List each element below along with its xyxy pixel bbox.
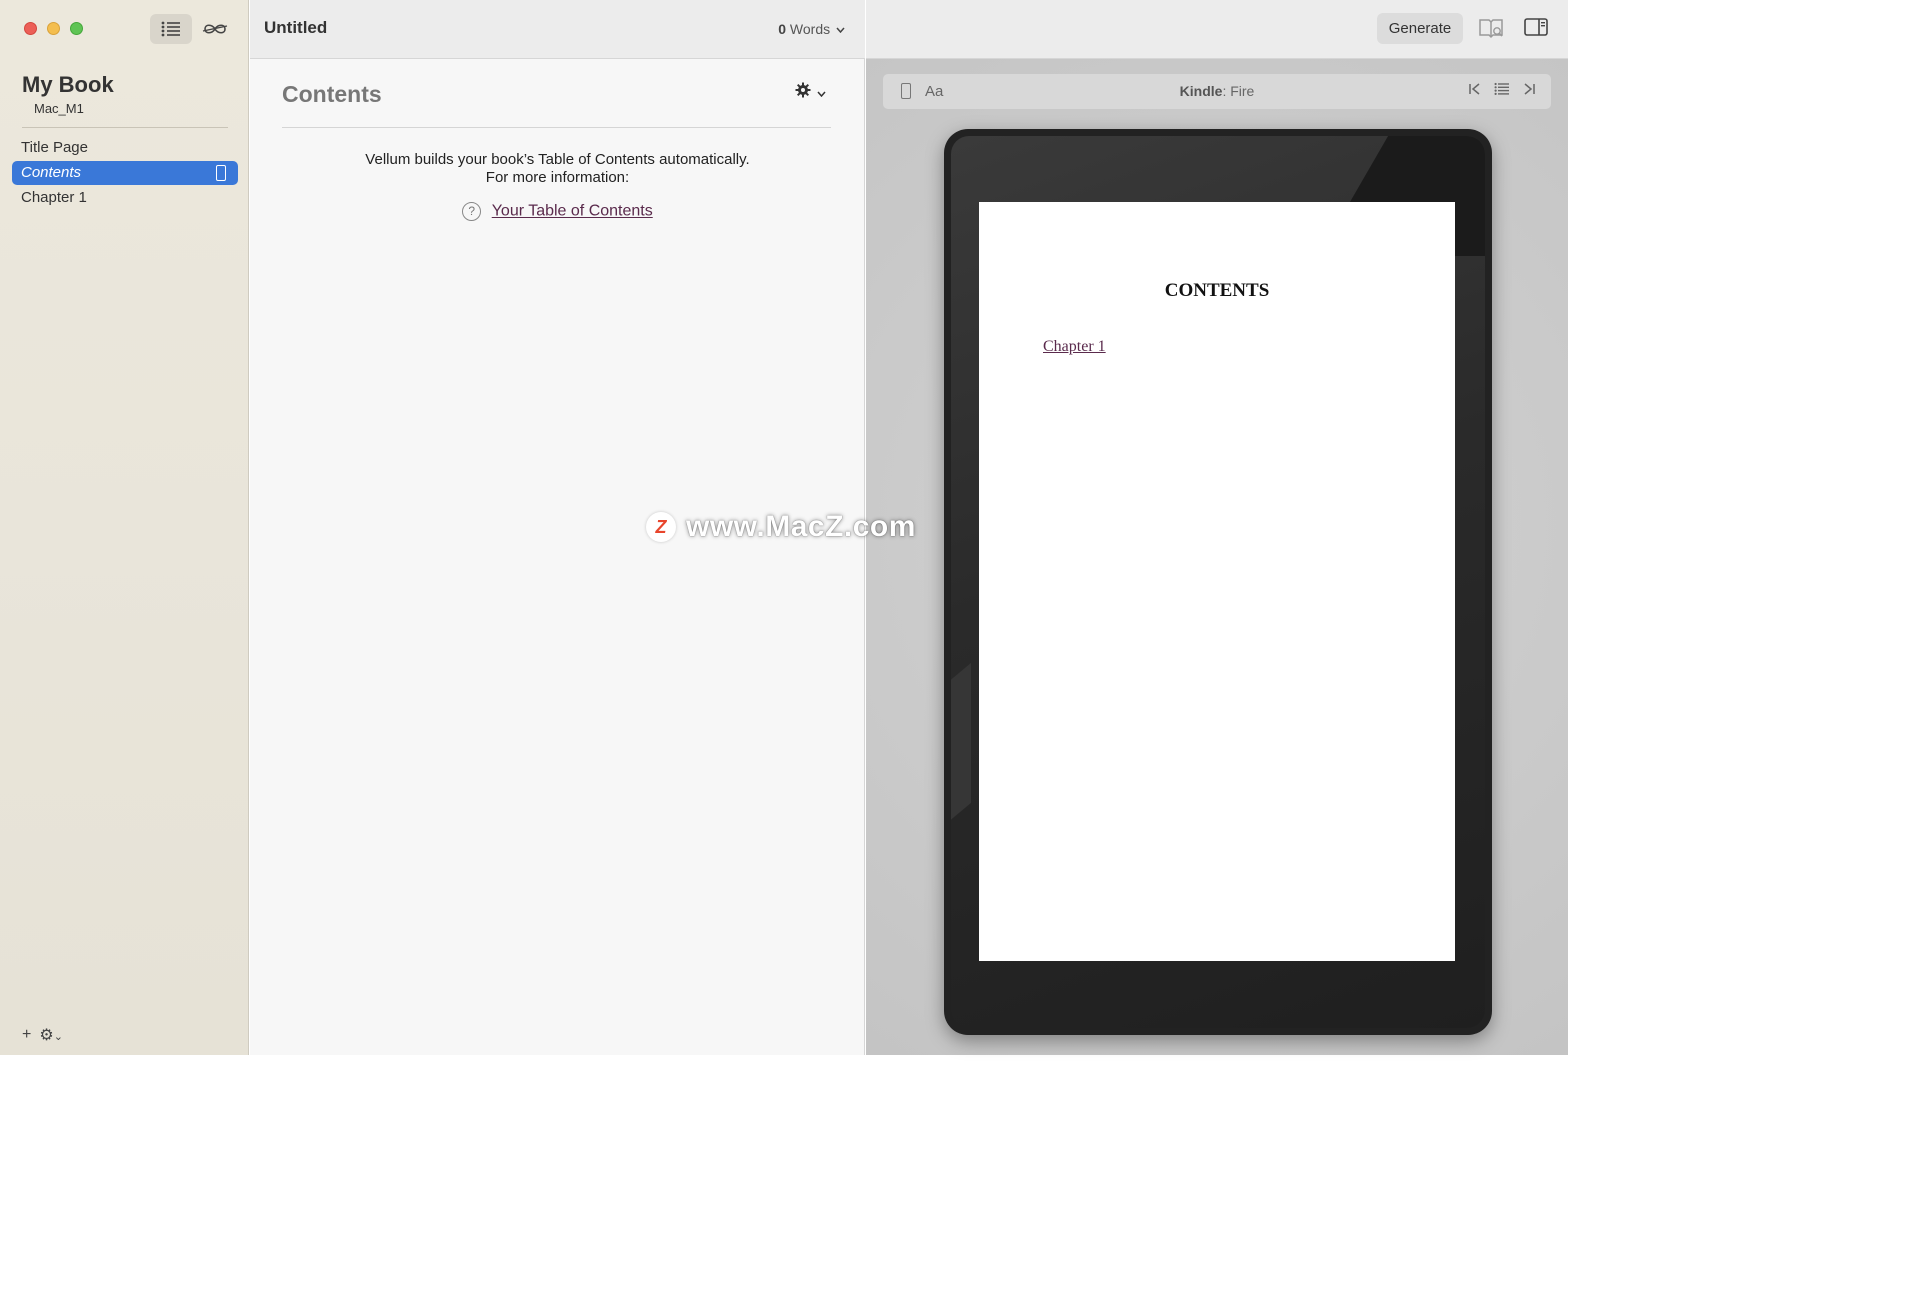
page-heading: CONTENTS <box>1164 280 1270 301</box>
info-line-1: Vellum builds your book’s Table of Conte… <box>365 151 750 168</box>
first-page-icon[interactable] <box>1468 82 1482 96</box>
toc-help-link[interactable]: Your Table of Contents <box>492 203 653 220</box>
sidebar-item-label: Chapter 1 <box>21 189 87 206</box>
editor-toolbar: Untitled 0 Words <box>250 0 865 59</box>
add-icon[interactable]: + <box>22 1026 31 1044</box>
toc-list-icon[interactable] <box>1494 82 1510 96</box>
device-model: : Fire <box>1222 83 1255 99</box>
info-line-2: For more information: <box>485 169 630 186</box>
toc-info-text: Vellum builds your book’s Table of Conte… <box>250 151 865 187</box>
watermark: Z www.MacZ.com <box>646 510 916 544</box>
book-title[interactable]: My Book <box>22 72 114 98</box>
chevron-down-icon <box>817 91 826 97</box>
sidebar-right-icon[interactable] <box>1524 17 1548 37</box>
word-count-menu[interactable]: 0 Words <box>778 21 845 37</box>
document-title: Untitled <box>264 18 328 37</box>
bezel-glare <box>951 662 971 854</box>
sidebar: My Book Mac_M1 Title Page Contents Chapt… <box>0 0 249 1055</box>
chevron-down-icon <box>836 27 845 34</box>
window-controls <box>24 22 83 35</box>
generate-button[interactable]: Generate <box>1377 13 1463 44</box>
device-model-selector[interactable]: Kindle: Fire <box>883 83 1551 99</box>
book-preview-icon[interactable] <box>1478 17 1504 39</box>
sidebar-item-label: Title Page <box>21 139 88 156</box>
styles-toggle-button[interactable] <box>194 14 236 44</box>
preview-toolbar: Generate <box>866 0 1568 59</box>
preview-pane: Generate Aa Kindle: Fire CONTENTS Chapte… <box>866 0 1568 1055</box>
sidebar-divider <box>22 127 228 128</box>
toc-help-row: ? Your Table of Contents <box>250 202 865 221</box>
sidebar-nav: Title Page Contents Chapter 1 <box>12 136 238 211</box>
sidebar-item-chapter-1[interactable]: Chapter 1 <box>12 186 238 210</box>
minimize-button[interactable] <box>47 22 60 35</box>
navigator-toggle-button[interactable] <box>150 14 192 44</box>
device-icon <box>216 165 226 181</box>
watermark-text: www.MacZ.com <box>686 510 916 543</box>
word-count-value: 0 <box>778 21 787 37</box>
book-author[interactable]: Mac_M1 <box>34 101 84 116</box>
section-divider <box>282 127 831 128</box>
section-heading[interactable]: Contents <box>282 81 382 108</box>
chevron-down-icon: ⌄ <box>53 1031 63 1043</box>
list-icon <box>161 21 180 37</box>
font-size-button[interactable]: Aa <box>925 83 943 100</box>
zoom-button[interactable] <box>70 22 83 35</box>
infinity-icon <box>202 24 228 34</box>
sidebar-item-label: Contents <box>21 164 82 181</box>
gear-icon[interactable]: ⚙⌄ <box>39 1025 63 1045</box>
device-selector-icon[interactable] <box>901 83 911 99</box>
sidebar-item-contents[interactable]: Contents <box>12 161 238 185</box>
close-button[interactable] <box>24 22 37 35</box>
sidebar-bottom-bar: + ⚙⌄ <box>22 1025 63 1045</box>
watermark-logo: Z <box>646 512 676 542</box>
help-icon[interactable]: ? <box>462 202 482 221</box>
device-brand: Kindle <box>1179 83 1223 99</box>
toc-entry-link[interactable]: Chapter 1 <box>1043 338 1106 356</box>
gear-glyph: ⚙ <box>39 1027 54 1044</box>
preview-device-bar: Aa Kindle: Fire <box>883 74 1551 109</box>
kindle-screen: CONTENTS Chapter 1 <box>979 202 1455 961</box>
section-options-button[interactable] <box>795 82 826 103</box>
gear-icon <box>795 82 811 98</box>
word-count-label: Words <box>789 21 831 37</box>
last-page-icon[interactable] <box>1522 82 1536 96</box>
sidebar-item-title-page[interactable]: Title Page <box>12 136 238 160</box>
